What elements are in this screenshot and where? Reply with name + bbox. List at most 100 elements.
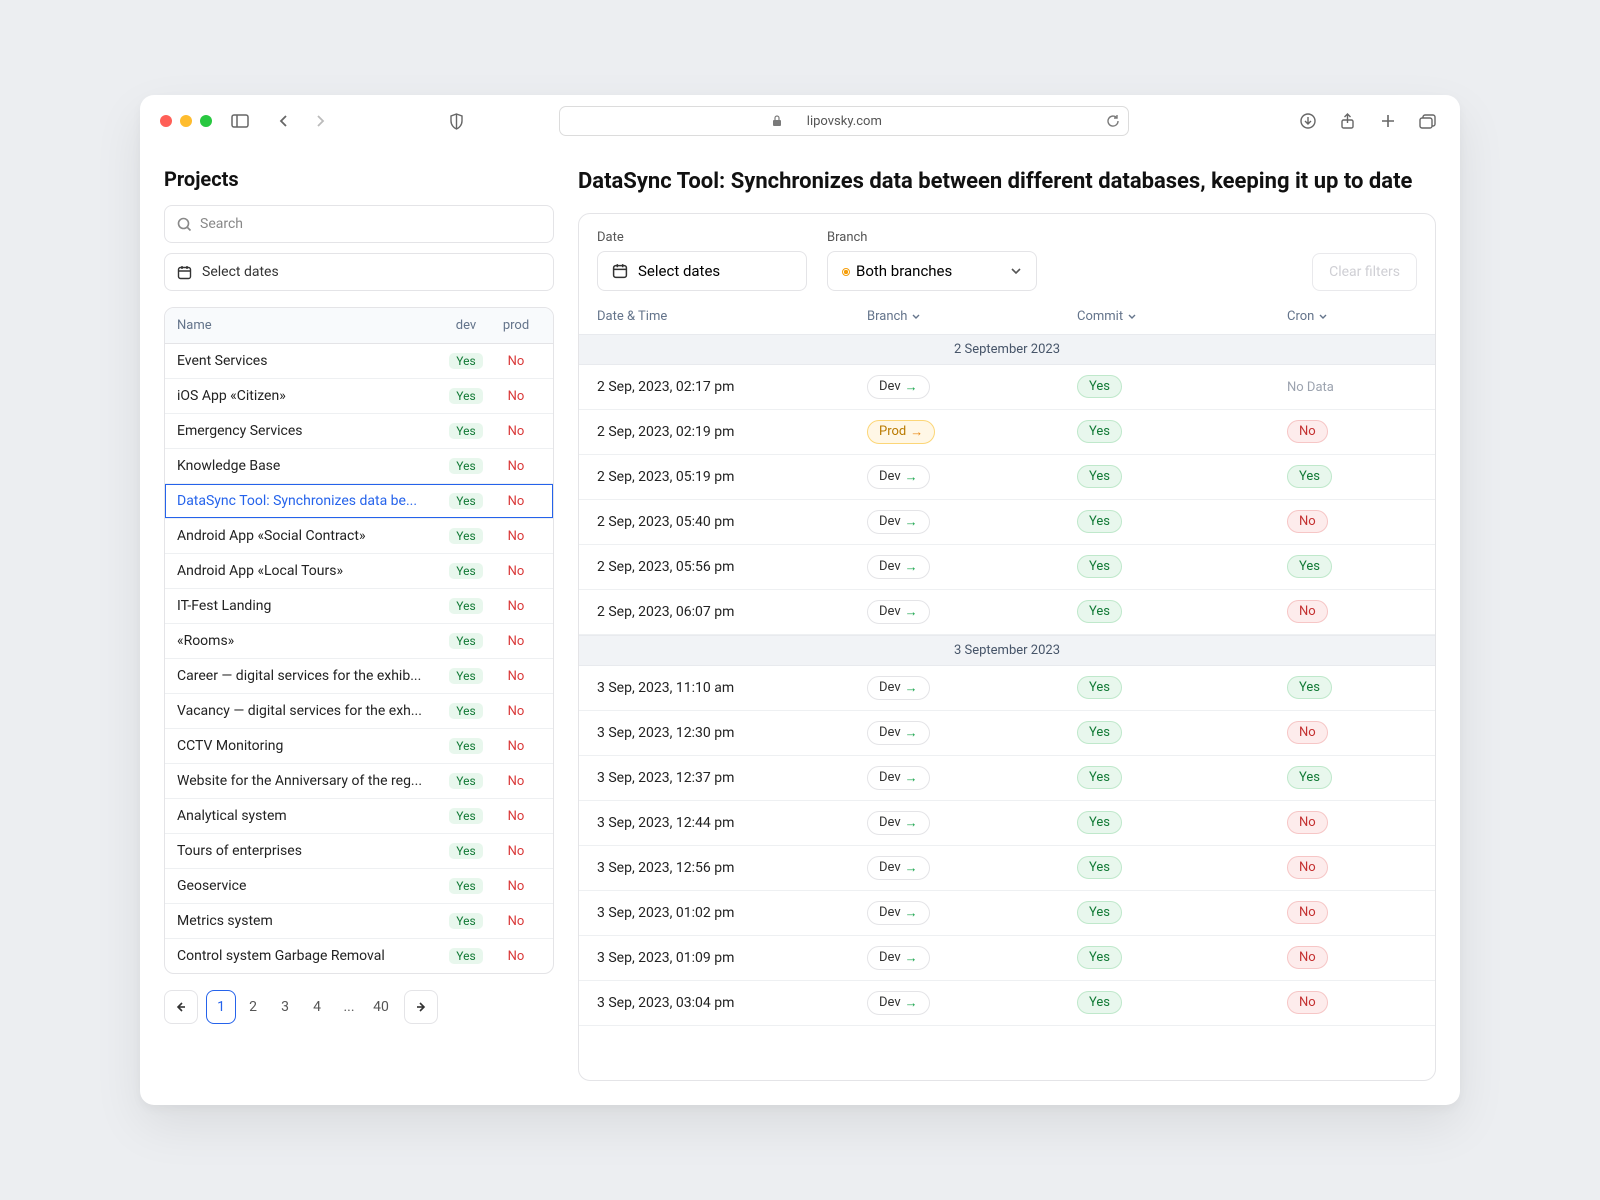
project-row[interactable]: «Rooms»YesNo (165, 624, 553, 659)
branch-chip-dev: Dev → (867, 375, 930, 399)
project-row[interactable]: Metrics systemYesNo (165, 904, 553, 939)
chip-yes: Yes (1287, 676, 1332, 699)
project-row[interactable]: iOS App «Citizen»YesNo (165, 379, 553, 414)
project-row[interactable]: Android App «Social Contract»YesNo (165, 519, 553, 554)
log-col-commit[interactable]: Commit (1077, 309, 1287, 324)
project-row[interactable]: Analytical systemYesNo (165, 799, 553, 834)
log-row[interactable]: 2 Sep, 2023, 05:19 pmDev →YesYes (579, 455, 1435, 500)
page-title: DataSync Tool: Synchronizes data between… (578, 167, 1436, 197)
clear-filters-button[interactable]: Clear filters (1312, 253, 1417, 291)
log-row[interactable]: 3 Sep, 2023, 01:02 pmDev →YesNo (579, 891, 1435, 936)
chip-no: No (1287, 811, 1328, 834)
log-datetime: 2 Sep, 2023, 05:40 pm (597, 514, 867, 530)
project-row[interactable]: Event ServicesYesNo (165, 344, 553, 379)
project-prod: No (491, 423, 541, 439)
new-tab-icon[interactable] (1376, 109, 1400, 133)
project-prod: No (491, 563, 541, 579)
page-next-button[interactable] (404, 990, 438, 1024)
project-prod: No (491, 493, 541, 509)
log-panel: Date Select dates Branch Both branches (578, 213, 1436, 1081)
project-row[interactable]: Career — digital services for the exhib.… (165, 659, 553, 694)
log-row[interactable]: 2 Sep, 2023, 05:56 pmDev →YesYes (579, 545, 1435, 590)
log-datetime: 3 Sep, 2023, 12:30 pm (597, 725, 867, 741)
log-commit: Yes (1077, 465, 1287, 488)
log-branch: Dev → (867, 465, 1077, 489)
page-number[interactable]: 1 (206, 990, 236, 1024)
log-branch: Dev → (867, 991, 1077, 1015)
log-row[interactable]: 2 Sep, 2023, 02:19 pmProd →YesNo (579, 410, 1435, 455)
page-prev-button[interactable] (164, 990, 198, 1024)
date-picker[interactable]: Select dates (164, 253, 554, 291)
close-window-icon[interactable] (160, 115, 172, 127)
chip-no: No (1287, 600, 1328, 623)
project-row[interactable]: GeoserviceYesNo (165, 869, 553, 904)
project-row[interactable]: IT-Fest LandingYesNo (165, 589, 553, 624)
sidebar-toggle-icon[interactable] (228, 109, 252, 133)
search-input[interactable]: Search (164, 205, 554, 243)
date-filter[interactable]: Select dates (597, 251, 807, 291)
chip-yes: Yes (1287, 465, 1332, 488)
branch-filter[interactable]: Both branches (827, 251, 1037, 291)
downloads-icon[interactable] (1296, 109, 1320, 133)
traffic-lights (160, 115, 212, 127)
log-col-cron[interactable]: Cron (1287, 309, 1417, 324)
log-col-branch[interactable]: Branch (867, 309, 1077, 324)
shield-icon[interactable] (444, 109, 468, 133)
branch-chip-dev: Dev → (867, 721, 930, 745)
log-commit: Yes (1077, 991, 1287, 1014)
project-dev: Yes (441, 493, 491, 509)
log-cron: No (1287, 901, 1417, 924)
log-commit: Yes (1077, 811, 1287, 834)
log-row[interactable]: 2 Sep, 2023, 02:17 pmDev →YesNo Data (579, 365, 1435, 410)
main-panel: DataSync Tool: Synchronizes data between… (578, 167, 1436, 1081)
project-prod: No (491, 948, 541, 964)
page-number[interactable]: 40 (366, 990, 396, 1024)
page-number[interactable]: 4 (302, 990, 332, 1024)
log-row[interactable]: 3 Sep, 2023, 12:30 pmDev →YesNo (579, 711, 1435, 756)
maximize-window-icon[interactable] (200, 115, 212, 127)
project-row[interactable]: DataSync Tool: Synchronizes data be...Ye… (165, 484, 553, 519)
nav-forward-icon[interactable] (308, 109, 332, 133)
project-row[interactable]: Knowledge BaseYesNo (165, 449, 553, 484)
log-row[interactable]: 3 Sep, 2023, 12:56 pmDev →YesNo (579, 846, 1435, 891)
project-row[interactable]: Android App «Local Tours»YesNo (165, 554, 553, 589)
minimize-window-icon[interactable] (180, 115, 192, 127)
project-name: Vacancy — digital services for the exh..… (177, 703, 441, 719)
log-row[interactable]: 3 Sep, 2023, 01:09 pmDev →YesNo (579, 936, 1435, 981)
log-row[interactable]: 2 Sep, 2023, 05:40 pmDev →YesNo (579, 500, 1435, 545)
log-branch: Dev → (867, 856, 1077, 880)
page-number[interactable]: 2 (238, 990, 268, 1024)
projects-sidebar: Projects Search Select dates Name dev pr… (164, 167, 554, 1081)
project-row[interactable]: Control system Garbage RemovalYesNo (165, 939, 553, 973)
col-prod: prod (491, 318, 541, 333)
reload-icon[interactable] (1106, 114, 1120, 128)
browser-window: lipovsky.com Projects (140, 95, 1460, 1105)
project-row[interactable]: Tours of enterprisesYesNo (165, 834, 553, 869)
page-number[interactable]: 3 (270, 990, 300, 1024)
nav-back-icon[interactable] (272, 109, 296, 133)
chip-yes: Yes (1077, 721, 1122, 744)
tabs-icon[interactable] (1416, 109, 1440, 133)
log-commit: Yes (1077, 510, 1287, 533)
project-dev: Yes (441, 458, 491, 474)
project-prod: No (491, 878, 541, 894)
project-row[interactable]: Website for the Anniversary of the reg..… (165, 764, 553, 799)
share-icon[interactable] (1336, 109, 1360, 133)
log-row[interactable]: 3 Sep, 2023, 03:04 pmDev →YesNo (579, 981, 1435, 1026)
log-cron: Yes (1287, 555, 1417, 578)
log-row[interactable]: 2 Sep, 2023, 06:07 pmDev →YesNo (579, 590, 1435, 635)
content-area: Projects Search Select dates Name dev pr… (140, 147, 1460, 1105)
project-dev: Yes (441, 773, 491, 789)
project-row[interactable]: Emergency ServicesYesNo (165, 414, 553, 449)
log-row[interactable]: 3 Sep, 2023, 12:37 pmDev →YesYes (579, 756, 1435, 801)
log-row[interactable]: 3 Sep, 2023, 11:10 amDev →YesYes (579, 666, 1435, 711)
project-row[interactable]: CCTV MonitoringYesNo (165, 729, 553, 764)
log-row[interactable]: 3 Sep, 2023, 12:44 pmDev →YesNo (579, 801, 1435, 846)
lock-icon (772, 115, 782, 127)
project-row[interactable]: Vacancy — digital services for the exh..… (165, 694, 553, 729)
log-branch: Dev → (867, 946, 1077, 970)
project-prod: No (491, 913, 541, 929)
log-datetime: 3 Sep, 2023, 03:04 pm (597, 995, 867, 1011)
project-prod: No (491, 388, 541, 404)
url-bar[interactable]: lipovsky.com (559, 106, 1129, 136)
